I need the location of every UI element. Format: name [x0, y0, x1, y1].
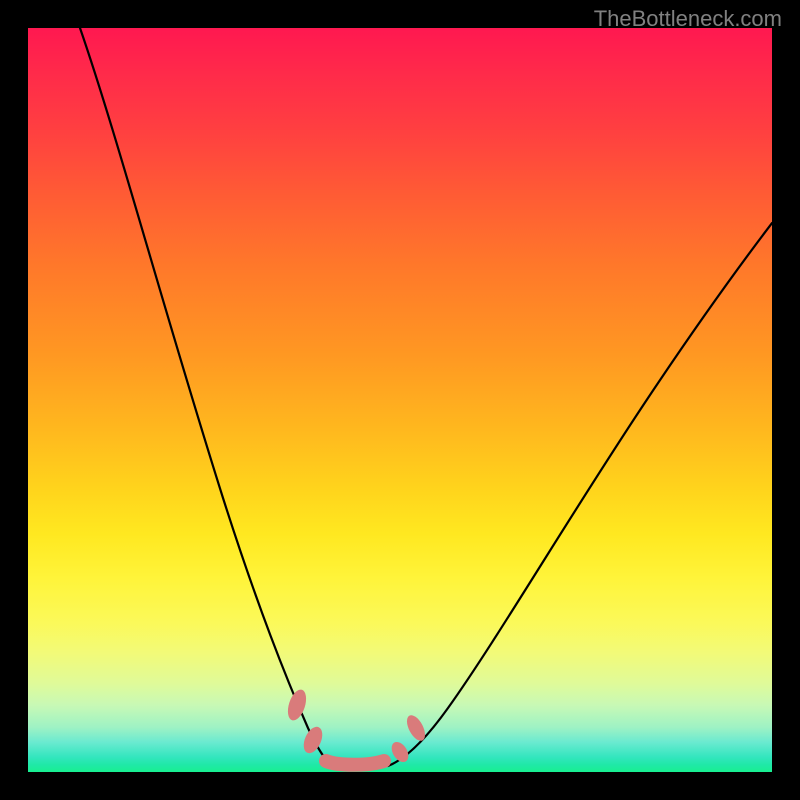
optimal-band: [326, 761, 384, 765]
marker-left-upper: [284, 687, 309, 722]
chart-plot-area: [28, 28, 772, 772]
watermark-text: TheBottleneck.com: [594, 6, 782, 32]
curve-right-branch: [388, 223, 772, 766]
marker-right-upper: [403, 712, 429, 743]
chart-svg: [28, 28, 772, 772]
marker-left-lower: [300, 724, 326, 756]
curve-left-branch: [80, 28, 333, 766]
